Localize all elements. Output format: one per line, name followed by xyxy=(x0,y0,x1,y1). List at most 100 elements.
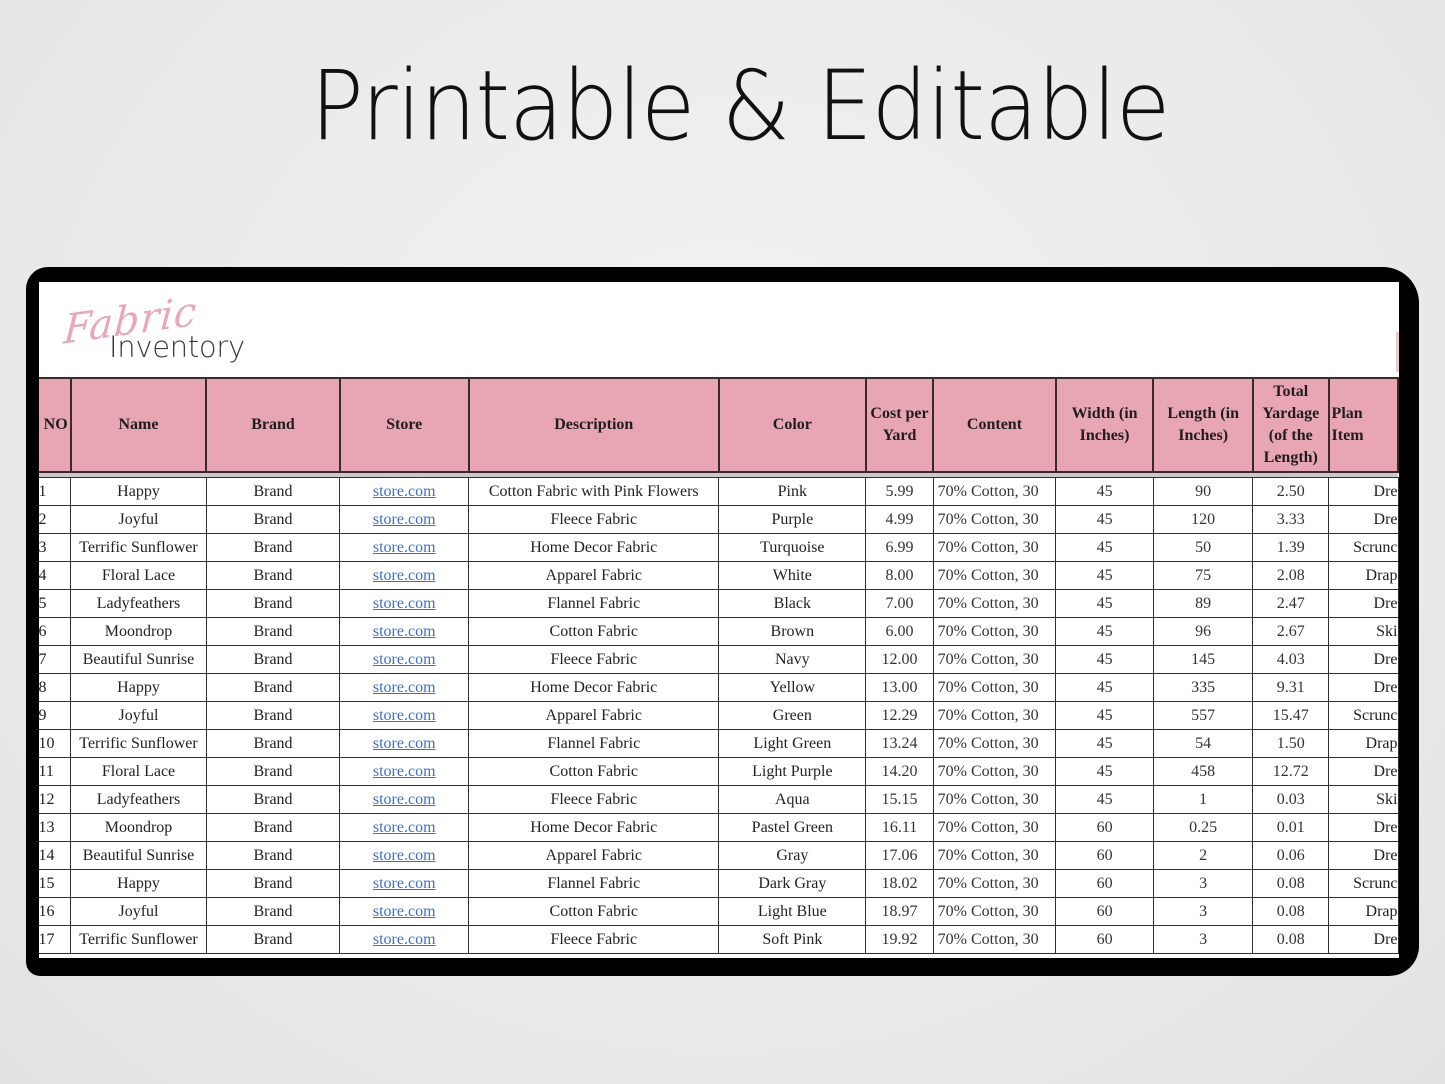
cell-content[interactable]: 70% Cotton, 30 xyxy=(932,785,1057,814)
cell-store[interactable]: store.com xyxy=(339,533,470,562)
cell-width[interactable]: 45 xyxy=(1055,617,1154,646)
header-brand[interactable]: Brand xyxy=(205,377,341,473)
cell-length[interactable]: 3 xyxy=(1152,897,1254,926)
cell-length[interactable]: 2 xyxy=(1152,841,1254,870)
header-content[interactable]: Content xyxy=(932,377,1057,473)
cell-store[interactable]: store.com xyxy=(339,897,470,926)
cell-description[interactable]: Cotton Fabric with Pink Flowers xyxy=(468,477,720,506)
cell-brand[interactable]: Brand xyxy=(205,925,341,954)
cell-name[interactable]: Terrific Sunflower xyxy=(70,533,207,562)
cell-length[interactable]: 89 xyxy=(1152,589,1254,618)
cell-description[interactable]: Flannel Fabric xyxy=(468,589,720,618)
cell-description[interactable]: Cotton Fabric xyxy=(468,617,720,646)
cell-brand[interactable]: Brand xyxy=(205,589,341,618)
cell-width[interactable]: 45 xyxy=(1055,505,1154,534)
cell-description[interactable]: Apparel Fabric xyxy=(468,841,720,870)
cell-brand[interactable]: Brand xyxy=(205,869,341,898)
cell-name[interactable]: Beautiful Sunrise xyxy=(70,841,207,870)
cell-color[interactable]: Brown xyxy=(718,617,867,646)
cell-cost[interactable]: 14.20 xyxy=(865,757,934,786)
store-link[interactable]: store.com xyxy=(373,735,436,752)
cell-plan[interactable]: Drap xyxy=(1328,729,1399,758)
cell-cost[interactable]: 18.02 xyxy=(865,869,934,898)
cell-plan[interactable]: Dre xyxy=(1328,841,1399,870)
cell-plan[interactable]: Scrunc xyxy=(1328,869,1399,898)
cell-brand[interactable]: Brand xyxy=(205,617,341,646)
cell-no[interactable]: 10 xyxy=(39,729,72,758)
store-link[interactable]: store.com xyxy=(373,679,436,696)
cell-content[interactable]: 70% Cotton, 30 xyxy=(932,617,1057,646)
cell-yardage[interactable]: 1.39 xyxy=(1252,533,1330,562)
cell-cost[interactable]: 12.00 xyxy=(865,645,934,674)
cell-length[interactable]: 557 xyxy=(1152,701,1254,730)
cell-content[interactable]: 70% Cotton, 30 xyxy=(932,561,1057,590)
cell-width[interactable]: 45 xyxy=(1055,561,1154,590)
cell-plan[interactable]: Dre xyxy=(1328,645,1399,674)
cell-color[interactable]: Light Purple xyxy=(718,757,867,786)
header-total-yardage[interactable]: Total Yardage (of the Length) xyxy=(1251,377,1330,473)
cell-cost[interactable]: 13.24 xyxy=(865,729,934,758)
cell-content[interactable]: 70% Cotton, 30 xyxy=(932,645,1057,674)
header-color[interactable]: Color xyxy=(717,377,867,473)
cell-brand[interactable]: Brand xyxy=(205,841,341,870)
header-store[interactable]: Store xyxy=(338,377,470,473)
cell-store[interactable]: store.com xyxy=(339,757,470,786)
cell-name[interactable]: Happy xyxy=(70,869,207,898)
cell-description[interactable]: Cotton Fabric xyxy=(468,757,720,786)
cell-plan[interactable]: Scrunc xyxy=(1328,701,1399,730)
cell-cost[interactable]: 19.92 xyxy=(865,925,934,954)
cell-yardage[interactable]: 0.08 xyxy=(1252,869,1330,898)
cell-content[interactable]: 70% Cotton, 30 xyxy=(932,673,1057,702)
cell-description[interactable]: Apparel Fabric xyxy=(468,561,720,590)
store-link[interactable]: store.com xyxy=(373,791,436,808)
cell-length[interactable]: 145 xyxy=(1152,645,1254,674)
cell-no[interactable]: 12 xyxy=(39,785,72,814)
cell-color[interactable]: Purple xyxy=(718,505,867,534)
cell-store[interactable]: store.com xyxy=(339,729,470,758)
cell-width[interactable]: 45 xyxy=(1055,533,1154,562)
cell-no[interactable]: 6 xyxy=(39,617,72,646)
cell-width[interactable]: 45 xyxy=(1055,645,1154,674)
cell-color[interactable]: Gray xyxy=(718,841,867,870)
cell-cost[interactable]: 17.06 xyxy=(865,841,934,870)
cell-store[interactable]: store.com xyxy=(339,701,470,730)
cell-color[interactable]: Turquoise xyxy=(718,533,867,562)
cell-width[interactable]: 45 xyxy=(1055,477,1154,506)
cell-yardage[interactable]: 0.01 xyxy=(1252,813,1330,842)
cell-content[interactable]: 70% Cotton, 30 xyxy=(932,897,1057,926)
cell-cost[interactable]: 15.15 xyxy=(865,785,934,814)
cell-plan[interactable]: Dre xyxy=(1328,757,1399,786)
cell-description[interactable]: Fleece Fabric xyxy=(468,505,720,534)
cell-width[interactable]: 60 xyxy=(1055,869,1154,898)
cell-yardage[interactable]: 0.08 xyxy=(1252,925,1330,954)
cell-description[interactable]: Fleece Fabric xyxy=(468,925,720,954)
store-link[interactable]: store.com xyxy=(373,623,436,640)
cell-no[interactable]: 2 xyxy=(39,505,72,534)
cell-color[interactable]: Pink xyxy=(718,477,867,506)
store-link[interactable]: store.com xyxy=(373,651,436,668)
header-cost-per-yard[interactable]: Cost per Yard xyxy=(864,377,935,473)
cell-store[interactable]: store.com xyxy=(339,589,470,618)
cell-no[interactable]: 16 xyxy=(39,897,72,926)
cell-length[interactable]: 50 xyxy=(1152,533,1254,562)
cell-brand[interactable]: Brand xyxy=(205,785,341,814)
cell-store[interactable]: store.com xyxy=(339,841,470,870)
header-no[interactable]: NO xyxy=(39,377,72,473)
cell-name[interactable]: Moondrop xyxy=(70,617,207,646)
cell-color[interactable]: Dark Gray xyxy=(718,869,867,898)
cell-width[interactable]: 60 xyxy=(1055,841,1154,870)
cell-plan[interactable]: Dre xyxy=(1328,673,1399,702)
store-link[interactable]: store.com xyxy=(373,595,436,612)
cell-cost[interactable]: 6.00 xyxy=(865,617,934,646)
cell-width[interactable]: 45 xyxy=(1055,729,1154,758)
cell-brand[interactable]: Brand xyxy=(205,897,341,926)
cell-name[interactable]: Joyful xyxy=(70,897,207,926)
cell-plan[interactable]: Dre xyxy=(1328,925,1399,954)
cell-yardage[interactable]: 0.06 xyxy=(1252,841,1330,870)
cell-cost[interactable]: 6.99 xyxy=(865,533,934,562)
cell-color[interactable]: Aqua xyxy=(718,785,867,814)
cell-no[interactable]: 15 xyxy=(39,869,72,898)
cell-color[interactable]: Green xyxy=(718,701,867,730)
cell-name[interactable]: Joyful xyxy=(70,701,207,730)
cell-brand[interactable]: Brand xyxy=(205,561,341,590)
